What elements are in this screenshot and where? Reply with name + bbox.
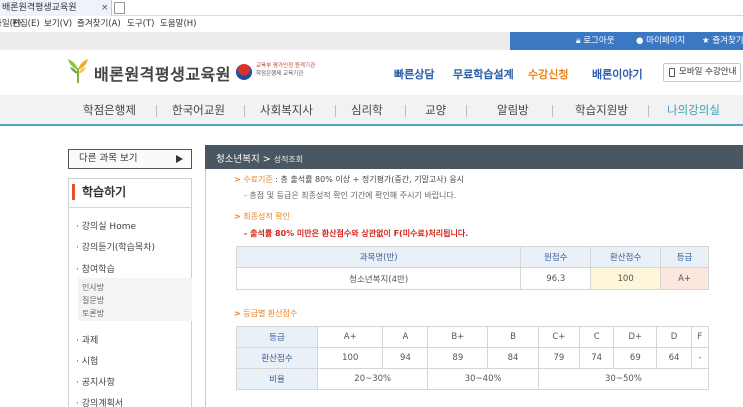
sidebar-item-participation[interactable]: · 참여학습 [76, 262, 115, 275]
other-courses-button[interactable]: 다른 과목 보기 [68, 149, 192, 169]
sidebar-subitem-greeting[interactable]: 인사방 [82, 282, 104, 293]
grade-scale-table: 등급 A+ A B+ B C+ C D+ D F 환산점수 100 94 89 … [236, 326, 710, 390]
user-icon: ● [636, 36, 644, 46]
government-emblem-icon [236, 64, 252, 80]
enroll-link[interactable]: 수강신청 [528, 66, 568, 82]
table-row: 등급 A+ A B+ B C+ C D+ D F [236, 326, 710, 348]
criteria-note: - 총점 및 등급은 최종성적 확인 기간에 확인해 주시기 바랍니다. [244, 191, 457, 200]
table-header: 등급 [660, 246, 709, 268]
sidebar-item-notice[interactable]: · 공지사항 [76, 375, 115, 388]
partner-badge: 교육부 평가인정 원격기관 학점은행제 교육기관 [256, 63, 316, 77]
page: 배론원격평생교육원 × 파일(F) 편집(E) 보기(V) 즐겨찾기(A) 도구… [0, 0, 743, 407]
grade-scale-label: > 등급별 환산점수 [234, 309, 298, 318]
nav-liberal-arts[interactable]: 교양 [425, 95, 446, 126]
utility-bar: 🔒︎ 로그아웃 ● 마이페이지 ★ 즐겨찾기 [0, 32, 743, 50]
final-warning: - 출석률 80% 미만은 환산점수와 상관없이 F(미수료)처리됩니다. [244, 229, 469, 238]
sidebar-subitem-question[interactable]: 질문방 [82, 295, 104, 306]
table-header: 비율 [236, 368, 318, 390]
browser-tabbar: 배론원격평생교육원 × [0, 0, 743, 16]
lock-icon: 🔒︎ [576, 36, 581, 46]
arrow-icon: > [234, 175, 241, 184]
nav-korean-teacher[interactable]: 한국어교원 [172, 95, 225, 126]
new-tab-icon[interactable] [114, 2, 125, 14]
menu-tools[interactable]: 도구(T) [127, 16, 154, 32]
table-row: 환산점수 100 94 89 84 79 74 69 64 - [236, 347, 710, 369]
quick-consult-link[interactable]: 빠른상담 [394, 66, 434, 82]
menu-favorites[interactable]: 즐겨찾기(A) [77, 16, 121, 32]
nav-my-classroom[interactable]: 나의강의실 [667, 95, 720, 126]
criteria-line: > 수료기준 : 총 출석률 80% 이상 + 정기평가(중간, 기말고사) 응… [234, 175, 465, 184]
table-header: 과목명(반) [235, 246, 522, 268]
main-nav: 학점은행제 한국어교원 사회복지사 심리학 교양 알림방 학습지원방 나의강의실 [0, 95, 743, 126]
sidebar-subitem-discussion[interactable]: 토론방 [82, 308, 104, 319]
sidebar-title: 학습하기 [72, 184, 126, 200]
table-row: 비율 20~30% 30~40% 30~50% [236, 368, 710, 390]
sidebar-item-syllabus[interactable]: · 강의계획서 [76, 396, 123, 407]
table-header-row: 과목명(반) 원점수 환산점수 등급 [235, 246, 709, 268]
free-study-plan-link[interactable]: 무료학습설계 [453, 66, 514, 82]
browser-tab[interactable]: 배론원격평생교육원 × [0, 0, 112, 16]
menu-edit[interactable]: 편집(E) [12, 16, 40, 32]
browser-tab-title: 배론원격평생교육원 [2, 3, 77, 13]
menu-view[interactable]: 보기(V) [44, 16, 72, 32]
score-table: 과목명(반) 원점수 환산점수 등급 청소년복지(4반) 96.3 100 A+ [235, 246, 709, 290]
table-header: 환산점수 [236, 347, 318, 369]
nav-learning-support[interactable]: 학습지원방 [575, 95, 628, 126]
course-name-cell: 청소년복지(4반) [235, 267, 522, 290]
page-title: 청소년복지 > 성적조회 [216, 154, 304, 165]
nav-credit-bank[interactable]: 학점은행제 [83, 95, 136, 126]
final-score-label: > 최종성적 확인 [234, 212, 290, 221]
star-icon: ★ [702, 36, 710, 46]
menu-help[interactable]: 도움말(H) [160, 16, 196, 32]
nav-psychology[interactable]: 심리학 [351, 95, 383, 126]
mobile-guide-button[interactable]: 모바일 수강안내 [663, 63, 741, 82]
logout-link[interactable]: 🔒︎ 로그아웃 [576, 32, 615, 50]
sidebar-item-home[interactable]: · 강의실 Home [76, 219, 136, 232]
raw-score-cell: 96.3 [520, 267, 592, 290]
grade-cell: A+ [660, 267, 709, 290]
mypage-link[interactable]: ● 마이페이지 [636, 32, 685, 50]
nav-social-worker[interactable]: 사회복지사 [260, 95, 313, 126]
play-arrow-icon [176, 155, 183, 163]
favorite-link[interactable]: ★ 즐겨찾기 [702, 32, 743, 50]
browser-menubar: 파일(F) 편집(E) 보기(V) 즐겨찾기(A) 도구(T) 도움말(H) [0, 16, 743, 32]
converted-score-cell: 100 [590, 267, 662, 290]
table-header: 환산점수 [590, 246, 662, 268]
sidebar-item-exam[interactable]: · 시험 [76, 354, 98, 367]
arrow-icon: > [234, 212, 241, 221]
sidebar-item-assignment[interactable]: · 과제 [76, 333, 98, 346]
table-header: 원점수 [520, 246, 592, 268]
table-row: 청소년복지(4반) 96.3 100 A+ [235, 267, 709, 290]
close-icon[interactable]: × [101, 0, 109, 16]
nav-notice-room[interactable]: 알림방 [497, 95, 529, 126]
table-header: 등급 [236, 326, 318, 348]
phone-icon [669, 68, 675, 77]
sidebar-item-lectures[interactable]: · 강의듣기(학습목차) [76, 240, 155, 253]
arrow-icon: > [234, 309, 241, 318]
site-logo[interactable]: 배론원격평생교육원 [94, 61, 231, 85]
baron-story-link[interactable]: 배론이야기 [592, 66, 643, 82]
logo-icon[interactable] [66, 58, 90, 84]
